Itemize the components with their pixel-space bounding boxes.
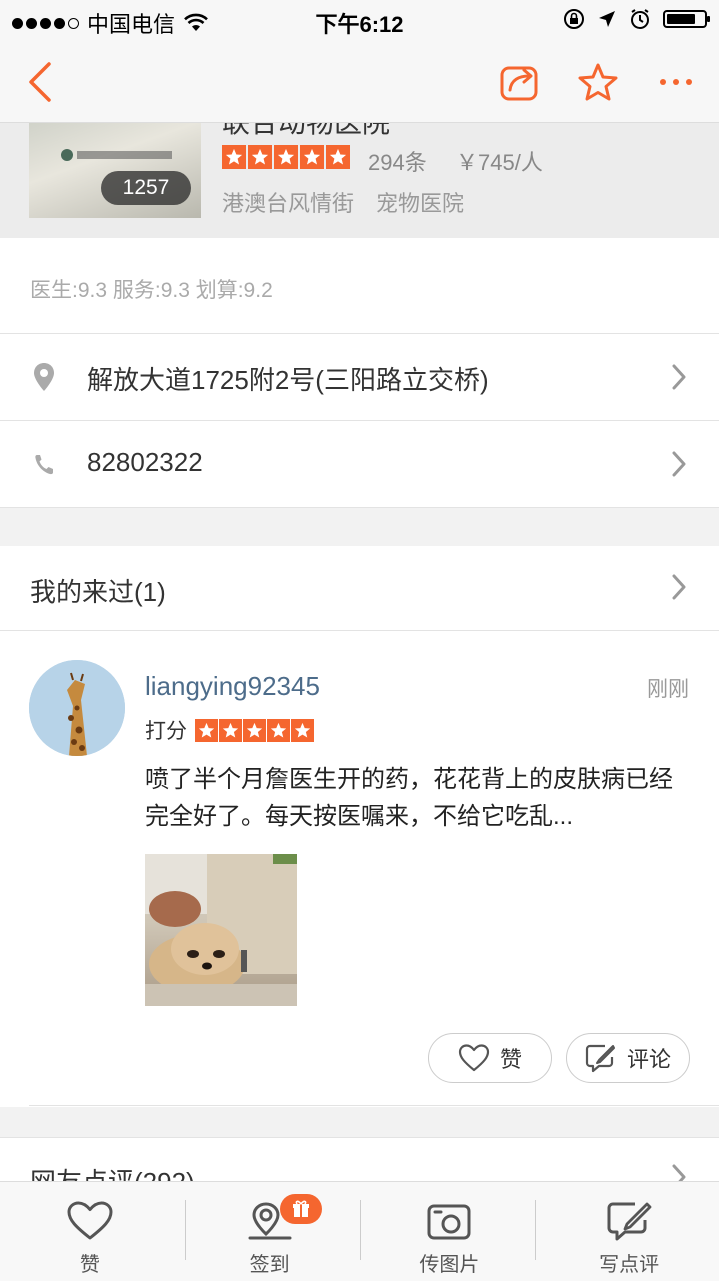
shop-tag-category: 宠物医院 <box>376 191 465 216</box>
battery-icon <box>663 10 710 28</box>
star-outline-icon <box>578 63 618 101</box>
more-button[interactable] <box>652 58 700 106</box>
location-arrow-icon <box>599 11 615 27</box>
like-button[interactable]: 赞 <box>428 1033 552 1083</box>
like-label: 赞 <box>499 1047 522 1072</box>
address-row[interactable]: 解放大道1725附2号(三阳路立交桥) <box>0 334 719 421</box>
chevron-right-icon <box>672 574 686 600</box>
back-button[interactable] <box>16 58 64 106</box>
visited-row[interactable]: 我的来过(1) <box>0 546 719 631</box>
section-gap <box>0 1107 719 1137</box>
share-icon <box>500 66 538 101</box>
tab-like-label: 赞 <box>79 1254 100 1276</box>
review-photo[interactable] <box>145 854 297 1006</box>
tab-upload-photo[interactable]: 传图片 <box>360 1182 540 1281</box>
chevron-right-icon <box>672 451 686 477</box>
write-review-icon <box>607 1202 652 1241</box>
tab-like[interactable]: 赞 <box>0 1182 180 1281</box>
giraffe-avatar-image <box>29 660 125 756</box>
status-bar-right <box>563 8 710 30</box>
photo-count: 1257 <box>101 171 191 205</box>
alarm-icon <box>631 9 649 29</box>
edit-comment-icon <box>585 1044 615 1073</box>
tab-divider <box>535 1200 536 1260</box>
rotation-lock-icon <box>564 9 584 29</box>
phone-icon <box>35 455 53 475</box>
visited-label: 我的来过(1) <box>30 577 166 607</box>
nav-bar <box>0 40 719 123</box>
favorite-button[interactable] <box>574 58 622 106</box>
review-time: 刚刚 <box>647 678 689 701</box>
bottom-tab-bar: 赞 签到 传图片 写点评 <box>0 1181 719 1281</box>
heart-icon <box>67 1201 113 1240</box>
shop-price: ￥745/人 <box>456 150 543 175</box>
gift-icon <box>292 1200 309 1217</box>
tab-upload-photo-label: 传图片 <box>419 1254 480 1276</box>
comment-label: 评论 <box>626 1047 671 1072</box>
comment-button[interactable]: 评论 <box>566 1033 690 1083</box>
shop-review-count: 294条 <box>368 150 427 175</box>
shop-rating-stars <box>222 145 350 169</box>
phone-row[interactable]: 82802322 <box>0 421 719 508</box>
review-card: liangying92345 刚刚 打分 喷了半个月詹医生开的药，花花背上的皮肤… <box>0 631 719 1107</box>
status-bar: 中国电信 下午6:12 <box>0 0 719 40</box>
phone-text: 82802322 <box>87 447 203 477</box>
tab-checkin-label: 签到 <box>249 1254 290 1276</box>
shop-tags: 港澳台风情街 宠物医院 <box>222 186 464 218</box>
divider <box>29 1105 719 1106</box>
shop-title: 联合动物医院 <box>222 123 390 141</box>
shop-sign-image <box>59 145 179 168</box>
avatar[interactable] <box>29 660 125 756</box>
back-arrow-icon <box>29 62 51 102</box>
review-rating-stars <box>195 718 314 742</box>
review-username[interactable]: liangying92345 <box>145 671 320 702</box>
location-pin-icon <box>34 363 54 391</box>
tab-write-review-label: 写点评 <box>599 1254 660 1276</box>
shop-tag-area: 港澳台风情街 <box>222 191 355 216</box>
section-gap <box>0 516 719 546</box>
tab-checkin[interactable]: 签到 <box>180 1182 360 1281</box>
review-rating: 打分 <box>145 715 314 745</box>
gift-badge <box>279 1194 322 1224</box>
camera-icon <box>427 1204 471 1240</box>
scores-text: 医生:9.3 服务:9.3 划算:9.2 <box>30 279 273 302</box>
shop-header[interactable]: 1257 联合动物医院 294条 ￥745/人 港澳台风情街 宠物医院 <box>0 123 719 238</box>
heart-outline-icon <box>458 1044 490 1072</box>
dog-photo-image <box>145 854 297 1006</box>
shop-photo[interactable]: 1257 <box>29 123 201 218</box>
chevron-right-icon <box>672 364 686 390</box>
shop-scores: 医生:9.3 服务:9.3 划算:9.2 <box>0 238 719 334</box>
more-icon <box>660 79 692 85</box>
tab-write-review[interactable]: 写点评 <box>539 1182 719 1281</box>
address-text: 解放大道1725附2号(三阳路立交桥) <box>87 365 489 395</box>
review-content[interactable]: 喷了半个月詹医生开的药，花花背上的皮肤病已经完全好了。每天按医嘱来，不给它吃乱.… <box>145 761 690 835</box>
share-button[interactable] <box>496 58 544 106</box>
rate-label: 打分 <box>145 720 187 743</box>
